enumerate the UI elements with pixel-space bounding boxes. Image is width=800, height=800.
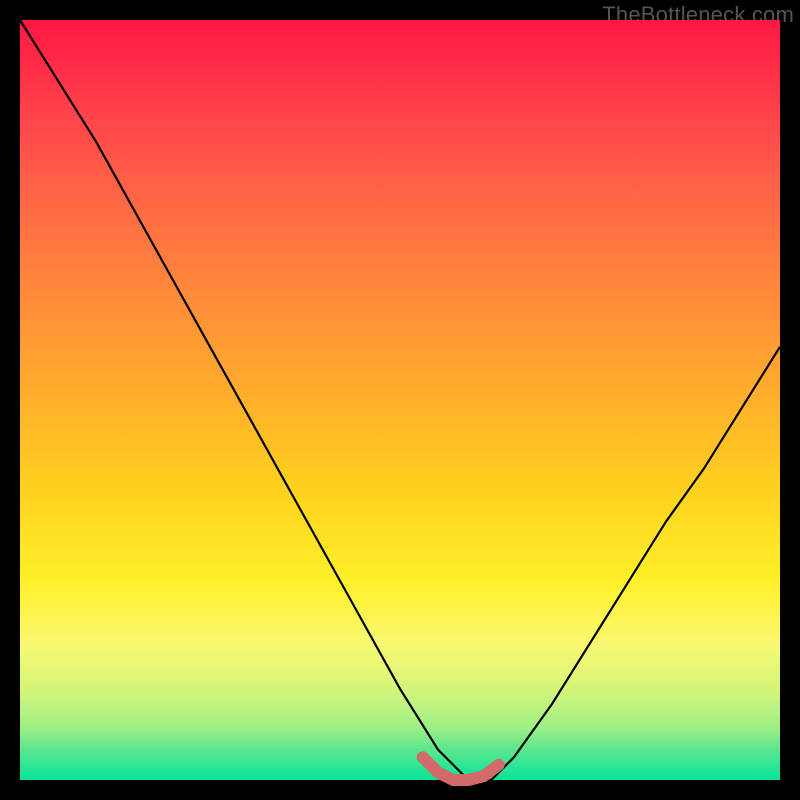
chart-plot-area xyxy=(20,20,780,780)
chart-svg xyxy=(20,20,780,780)
chart-stage: TheBottleneck.com xyxy=(0,0,800,800)
bottom-band-path xyxy=(423,757,499,780)
curve-path xyxy=(20,20,780,780)
